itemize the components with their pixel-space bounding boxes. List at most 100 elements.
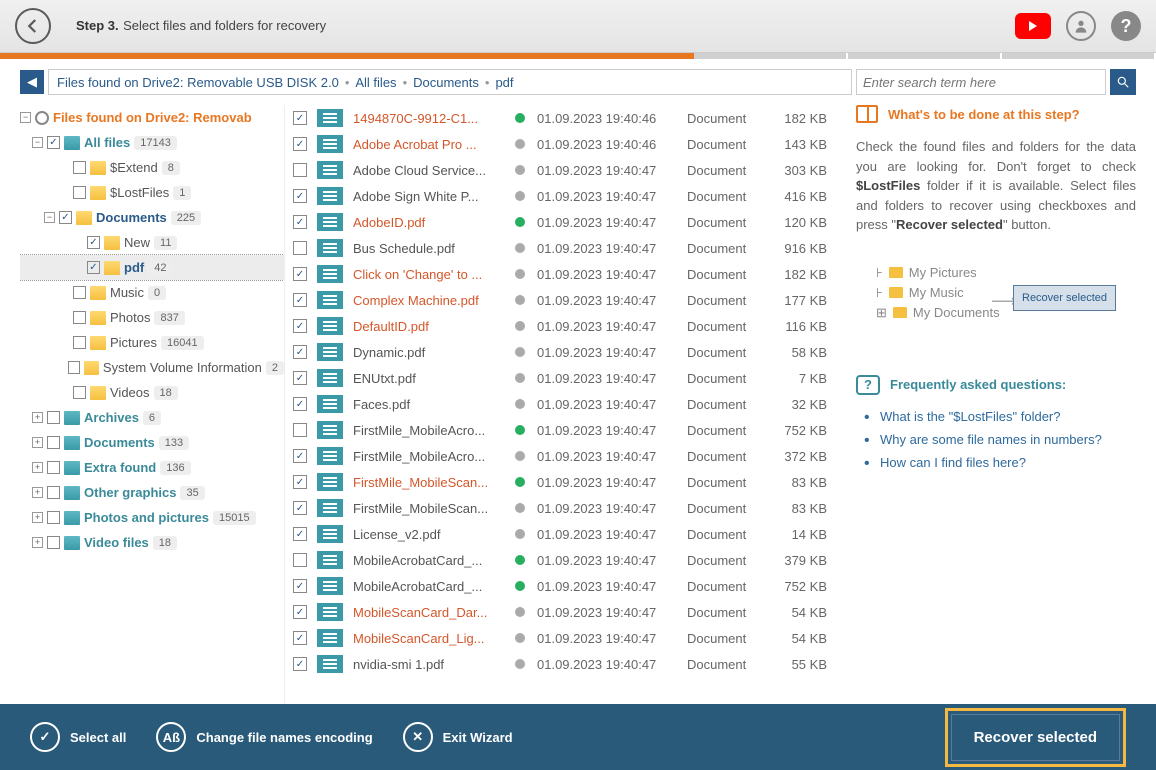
tree-checkbox[interactable]: ✓ [87,236,100,249]
tree-toggle[interactable]: + [32,437,43,448]
tree-toggle[interactable]: + [32,512,43,523]
help-icon[interactable]: ? [1111,11,1141,41]
breadcrumb[interactable]: Files found on Drive2: Removable USB DIS… [48,69,852,95]
file-checkbox[interactable] [293,267,307,281]
tree-node-othergfx[interactable]: +Other graphics35 [20,480,284,505]
tree-node-new[interactable]: ✓New11 [20,230,284,255]
tree-node-allfiles[interactable]: −✓All files17143 [20,130,284,155]
file-checkbox[interactable] [293,501,307,515]
user-icon[interactable] [1066,11,1096,41]
tree-checkbox[interactable]: ✓ [87,261,100,274]
tree-checkbox[interactable] [73,336,86,349]
tree-checkbox[interactable] [73,286,86,299]
faq-link[interactable]: How can I find files here? [856,451,1136,474]
file-row[interactable]: Dynamic.pdf 01.09.2023 19:40:47 Document… [285,339,836,365]
file-row[interactable]: DefaultID.pdf 01.09.2023 19:40:47 Docume… [285,313,836,339]
tree-node-docs2[interactable]: +Documents133 [20,430,284,455]
file-row[interactable]: Adobe Sign White P... 01.09.2023 19:40:4… [285,183,836,209]
file-row[interactable]: MobileAcrobatCard_... 01.09.2023 19:40:4… [285,573,836,599]
file-row[interactable]: Adobe Cloud Service... 01.09.2023 19:40:… [285,157,836,183]
breadcrumb-root[interactable]: Files found on Drive2: Removable USB DIS… [57,75,339,90]
file-row[interactable]: ENUtxt.pdf 01.09.2023 19:40:47 Document … [285,365,836,391]
change-encoding-button[interactable]: AßChange file names encoding [156,722,372,752]
tree-node-lostfiles[interactable]: $LostFiles1 [20,180,284,205]
file-checkbox[interactable] [293,345,307,359]
youtube-icon[interactable] [1015,13,1051,39]
tree-toggle[interactable]: + [32,487,43,498]
file-checkbox[interactable] [293,241,307,255]
tree-checkbox[interactable] [47,536,60,549]
file-row[interactable]: Faces.pdf 01.09.2023 19:40:47 Document 3… [285,391,836,417]
file-row[interactable]: Complex Machine.pdf 01.09.2023 19:40:47 … [285,287,836,313]
file-checkbox[interactable] [293,605,307,619]
file-checkbox[interactable] [293,215,307,229]
file-row[interactable]: Adobe Acrobat Pro ... 01.09.2023 19:40:4… [285,131,836,157]
file-checkbox[interactable] [293,475,307,489]
file-row[interactable]: FirstMile_MobileScan... 01.09.2023 19:40… [285,469,836,495]
file-row[interactable]: Click on 'Change' to ... 01.09.2023 19:4… [285,261,836,287]
file-row[interactable]: FirstMile_MobileScan... 01.09.2023 19:40… [285,495,836,521]
tree-toggle[interactable]: + [32,412,43,423]
tree-checkbox[interactable]: ✓ [47,136,60,149]
tree-checkbox[interactable] [68,361,80,374]
tree-node-documents[interactable]: −✓Documents225 [20,205,284,230]
tree-node-music[interactable]: Music0 [20,280,284,305]
file-checkbox[interactable] [293,553,307,567]
file-row[interactable]: 1494870C-9912-C1... 01.09.2023 19:40:46 … [285,105,836,131]
tree-checkbox[interactable] [73,161,86,174]
file-checkbox[interactable] [293,111,307,125]
tree-checkbox[interactable] [47,511,60,524]
file-checkbox[interactable] [293,371,307,385]
tree-node-photos[interactable]: Photos837 [20,305,284,330]
file-checkbox[interactable] [293,579,307,593]
file-checkbox[interactable] [293,397,307,411]
file-checkbox[interactable] [293,189,307,203]
file-row[interactable]: License_v2.pdf 01.09.2023 19:40:47 Docum… [285,521,836,547]
back-button[interactable] [15,8,51,44]
faq-link[interactable]: What is the "$LostFiles" folder? [856,405,1136,428]
tree-node-pictures[interactable]: Pictures16041 [20,330,284,355]
file-row[interactable]: AdobeID.pdf 01.09.2023 19:40:47 Document… [285,209,836,235]
search-input[interactable] [856,69,1106,95]
recover-selected-button[interactable]: Recover selected [951,714,1120,761]
tree-checkbox[interactable] [47,411,60,424]
file-row[interactable]: FirstMile_MobileAcro... 01.09.2023 19:40… [285,443,836,469]
file-row[interactable]: Bus Schedule.pdf 01.09.2023 19:40:47 Doc… [285,235,836,261]
tree-node-svi[interactable]: System Volume Information2 [20,355,284,380]
file-row[interactable]: MobileScanCard_Dar... 01.09.2023 19:40:4… [285,599,836,625]
tree-checkbox[interactable] [73,311,86,324]
tree-node-pdf[interactable]: ✓pdf42 [20,255,284,280]
tree-node-photospics[interactable]: +Photos and pictures15015 [20,505,284,530]
breadcrumb-seg[interactable]: All files [355,75,396,90]
breadcrumb-seg[interactable]: pdf [495,75,513,90]
file-checkbox[interactable] [293,527,307,541]
tree-toggle[interactable]: + [32,462,43,473]
tree-node-root[interactable]: −Files found on Drive2: Removab [20,105,284,130]
faq-link[interactable]: Why are some file names in numbers? [856,428,1136,451]
tree-checkbox[interactable] [73,186,86,199]
file-checkbox[interactable] [293,449,307,463]
tree-checkbox[interactable] [47,461,60,474]
tree-toggle[interactable]: − [32,137,43,148]
file-row[interactable]: nvidia-smi 1.pdf 01.09.2023 19:40:47 Doc… [285,651,836,677]
file-checkbox[interactable] [293,319,307,333]
tree-node-extend[interactable]: $Extend8 [20,155,284,180]
tree-toggle[interactable]: − [20,112,31,123]
search-button[interactable] [1110,69,1136,95]
file-checkbox[interactable] [293,631,307,645]
tree-node-videos[interactable]: Videos18 [20,380,284,405]
tree-checkbox[interactable] [47,486,60,499]
breadcrumb-seg[interactable]: Documents [413,75,479,90]
breadcrumb-back-button[interactable]: ◀ [20,70,44,94]
file-checkbox[interactable] [293,657,307,671]
file-checkbox[interactable] [293,293,307,307]
tree-node-extrafound[interactable]: +Extra found136 [20,455,284,480]
tree-checkbox[interactable] [47,436,60,449]
file-checkbox[interactable] [293,137,307,151]
file-row[interactable]: MobileAcrobatCard_... 01.09.2023 19:40:4… [285,547,836,573]
tree-node-videofiles[interactable]: +Video files18 [20,530,284,555]
file-row[interactable]: MobileScanCard_Lig... 01.09.2023 19:40:4… [285,625,836,651]
tree-toggle[interactable]: − [44,212,55,223]
exit-wizard-button[interactable]: ✕Exit Wizard [403,722,513,752]
file-checkbox[interactable] [293,423,307,437]
